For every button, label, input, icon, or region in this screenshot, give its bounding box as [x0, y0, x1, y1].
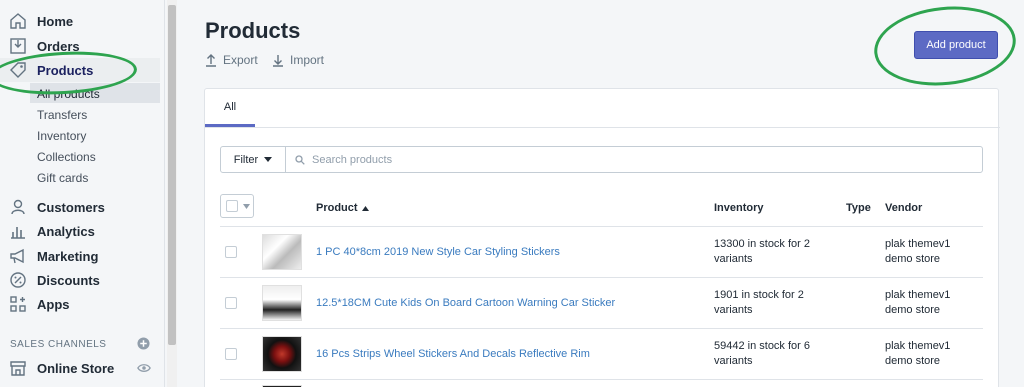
- import-label: Import: [290, 53, 325, 67]
- nav-customers-label: Customers: [37, 199, 105, 215]
- sub-inventory[interactable]: Inventory: [37, 129, 86, 143]
- add-product-button[interactable]: Add product: [914, 31, 998, 59]
- nav-home[interactable]: Home: [0, 9, 160, 33]
- export-button[interactable]: Export: [205, 53, 258, 67]
- sub-all-products[interactable]: All products: [37, 87, 100, 101]
- nav-orders[interactable]: Orders: [0, 34, 160, 58]
- filter-label: Filter: [233, 153, 259, 166]
- nav-discounts-label: Discounts: [37, 272, 100, 288]
- sub-collections[interactable]: Collections: [37, 150, 96, 164]
- inventory-text: variants: [714, 253, 753, 265]
- tab-divider: [205, 127, 1000, 128]
- search-field[interactable]: [285, 146, 983, 173]
- bulk-select-button[interactable]: [220, 194, 254, 218]
- orders-icon: [10, 38, 26, 54]
- store-icon: [10, 361, 26, 376]
- nav-analytics-label: Analytics: [37, 223, 95, 239]
- row-divider: [220, 379, 983, 380]
- nav-orders-label: Orders: [37, 38, 80, 54]
- caret-down-icon: [243, 204, 250, 209]
- export-label: Export: [223, 53, 258, 67]
- page-title: Products: [205, 18, 301, 43]
- product-thumbnail[interactable]: [262, 234, 302, 270]
- nav-products-label: Products: [37, 62, 94, 78]
- row-checkbox[interactable]: [225, 297, 237, 309]
- filter-button[interactable]: Filter: [220, 146, 286, 173]
- sidebar: Home Orders Products All products Transf…: [0, 0, 165, 387]
- column-vendor[interactable]: Vendor: [885, 202, 922, 214]
- select-all-checkbox[interactable]: [226, 200, 238, 212]
- product-thumbnail[interactable]: [262, 285, 302, 321]
- vendor-text: demo store: [885, 253, 941, 265]
- row-divider: [220, 226, 983, 227]
- tab-all[interactable]: All: [205, 89, 255, 127]
- apps-icon: [10, 296, 26, 312]
- nav-customers[interactable]: Customers: [0, 195, 160, 219]
- megaphone-icon: [10, 248, 24, 264]
- row-checkbox[interactable]: [225, 246, 237, 258]
- import-icon: [273, 54, 283, 67]
- row-divider: [220, 277, 983, 278]
- person-icon: [11, 199, 25, 215]
- sub-gift-cards[interactable]: Gift cards: [37, 171, 88, 185]
- import-button[interactable]: Import: [272, 53, 324, 67]
- inventory-text: variants: [714, 304, 753, 316]
- products-card: All Filter Product Inventory Type Vendor…: [204, 88, 1000, 387]
- sidebar-scrollbar-thumb[interactable]: [168, 5, 176, 345]
- nav-apps-label: Apps: [37, 296, 70, 312]
- sub-transfers[interactable]: Transfers: [37, 108, 87, 122]
- vendor-text: demo store: [885, 304, 941, 316]
- nav-marketing[interactable]: Marketing: [0, 244, 160, 268]
- product-title-link[interactable]: 16 Pcs Strips Wheel Stickers And Decals …: [316, 348, 590, 360]
- nav-marketing-label: Marketing: [37, 248, 99, 264]
- product-thumbnail[interactable]: [262, 336, 302, 372]
- product-title-link[interactable]: 12.5*18CM Cute Kids On Board Cartoon War…: [316, 297, 615, 309]
- nav-online-store-label: Online Store: [37, 360, 115, 376]
- export-icon: [206, 53, 216, 67]
- search-icon: [295, 155, 305, 165]
- vendor-text: demo store: [885, 355, 941, 367]
- row-checkbox[interactable]: [225, 348, 237, 360]
- column-type[interactable]: Type: [846, 202, 871, 214]
- vendor-text: plak themev1: [885, 238, 951, 250]
- search-input[interactable]: [312, 153, 912, 166]
- home-icon: [10, 13, 26, 29]
- column-product-label: Product: [316, 202, 358, 214]
- row-divider: [220, 328, 983, 329]
- nav-analytics[interactable]: Analytics: [0, 219, 160, 243]
- nav-products[interactable]: Products: [0, 58, 160, 82]
- nav-online-store[interactable]: Online Store: [0, 356, 160, 380]
- eye-icon[interactable]: [137, 362, 151, 374]
- inventory-text: 13300 in stock for 2: [714, 238, 811, 250]
- add-channel-icon[interactable]: [137, 337, 150, 350]
- column-inventory[interactable]: Inventory: [714, 202, 764, 214]
- vendor-text: plak themev1: [885, 289, 951, 301]
- sort-up-icon: [361, 205, 369, 211]
- caret-down-icon: [264, 157, 273, 162]
- nav-home-label: Home: [37, 13, 74, 29]
- nav-apps[interactable]: Apps: [0, 292, 160, 316]
- inventory-text: 59442 in stock for 6: [714, 340, 811, 352]
- inventory-text: 1901 in stock for 2: [714, 289, 804, 301]
- vendor-text: plak themev1: [885, 340, 951, 352]
- sales-channels-title: SALES CHANNELS: [10, 339, 107, 350]
- main-content: Products Export Import Add product All F…: [178, 0, 1024, 387]
- product-title-link[interactable]: 1 PC 40*8cm 2019 New Style Car Styling S…: [316, 246, 560, 258]
- tag-icon: [10, 62, 26, 78]
- inventory-text: variants: [714, 355, 753, 367]
- nav-discounts[interactable]: Discounts: [0, 268, 160, 292]
- discount-icon: [10, 272, 26, 288]
- bar-chart-icon: [11, 227, 25, 239]
- column-product[interactable]: Product: [316, 202, 369, 214]
